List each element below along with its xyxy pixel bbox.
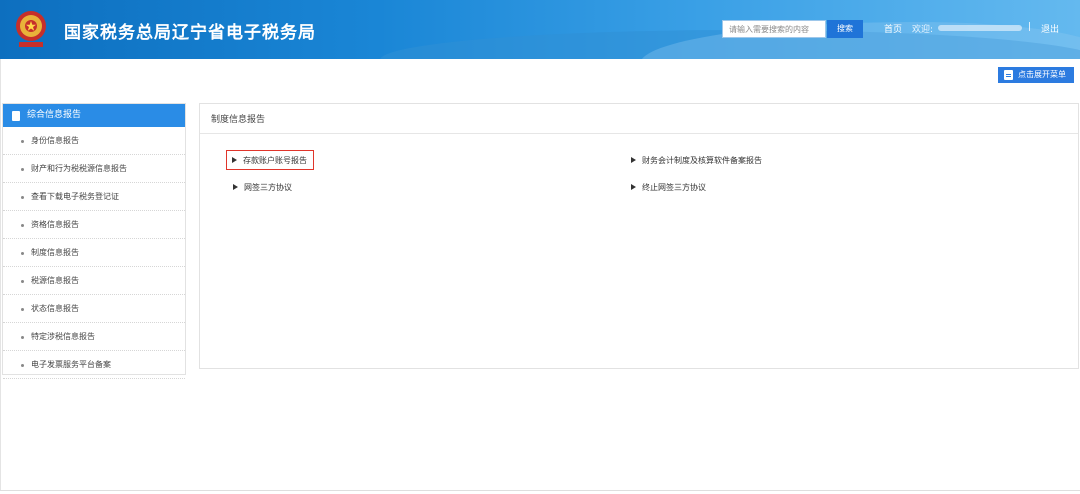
bullet-icon — [21, 168, 24, 171]
sidebar-item-label: 制度信息报告 — [31, 248, 79, 257]
home-link[interactable]: 首页 — [884, 22, 902, 35]
link-label: 财务会计制度及核算软件备案报告 — [642, 156, 762, 165]
sidebar-item-label: 状态信息报告 — [31, 304, 79, 313]
sidebar-item-tax-source[interactable]: 税源信息报告 — [3, 267, 185, 295]
bullet-icon — [21, 196, 24, 199]
triangle-right-icon — [233, 183, 238, 190]
document-icon — [12, 111, 20, 121]
link-label: 终止网签三方协议 — [642, 183, 706, 192]
triangle-right-icon — [631, 156, 636, 163]
sidebar-item-specific-tax[interactable]: 特定涉税信息报告 — [3, 323, 185, 351]
sidebar-item-label: 查看下载电子税务登记证 — [31, 192, 119, 201]
search-input[interactable]: 请输入需要搜索的内容 — [722, 20, 826, 38]
sidebar-item-label: 财产和行为税税源信息报告 — [31, 164, 127, 173]
triangle-right-icon — [631, 183, 636, 190]
page-title: 国家税务总局辽宁省电子税务局 — [64, 23, 316, 43]
menu-icon — [1004, 70, 1013, 80]
link-label: 网签三方协议 — [244, 183, 292, 192]
sidebar-header[interactable]: 综合信息报告 — [3, 104, 185, 127]
sidebar-item-status[interactable]: 状态信息报告 — [3, 295, 185, 323]
bullet-icon — [21, 364, 24, 367]
sidebar-item-label: 税源信息报告 — [31, 276, 79, 285]
link-tripartite-agreement[interactable]: 网签三方协议 — [233, 178, 292, 198]
panel-title: 制度信息报告 — [200, 104, 1078, 134]
link-label: 存款账户账号报告 — [243, 156, 307, 165]
bullet-icon — [21, 308, 24, 311]
sidebar-item-download-cert[interactable]: 查看下载电子税务登记证 — [3, 183, 185, 211]
page-bottom-border — [0, 490, 1080, 491]
page-border — [0, 59, 1, 491]
bullet-icon — [21, 224, 24, 227]
search-button[interactable]: 搜索 — [827, 20, 863, 38]
top-header: 国家税务总局辽宁省电子税务局 请输入需要搜索的内容 搜索 首页 欢迎: | 退出 — [0, 0, 1080, 59]
expand-menu-label: 点击展开菜单 — [1018, 70, 1066, 79]
bullet-icon — [21, 252, 24, 255]
sidebar: 综合信息报告 身份信息报告 财产和行为税税源信息报告 查看下载电子税务登记证 资… — [2, 103, 186, 379]
link-deposit-account-report[interactable]: 存款账户账号报告 — [226, 150, 314, 170]
bullet-icon — [21, 336, 24, 339]
sidebar-item-system-report[interactable]: 制度信息报告 — [3, 239, 185, 267]
sidebar-item-qualification[interactable]: 资格信息报告 — [3, 211, 185, 239]
nav-separator: | — [1028, 22, 1032, 32]
bullet-icon — [21, 140, 24, 143]
sidebar-item-label: 资格信息报告 — [31, 220, 79, 229]
tax-emblem-icon — [16, 11, 46, 47]
sidebar-item-label: 特定涉税信息报告 — [31, 332, 95, 341]
welcome-text: 欢迎: — [912, 25, 934, 35]
sidebar-item-identity[interactable]: 身份信息报告 — [3, 127, 185, 155]
sidebar-header-label: 综合信息报告 — [27, 110, 82, 120]
sidebar-item-label: 身份信息报告 — [31, 136, 79, 145]
sidebar-item-label: 电子发票服务平台备案 — [31, 360, 111, 369]
sidebar-item-property-tax[interactable]: 财产和行为税税源信息报告 — [3, 155, 185, 183]
logout-link[interactable]: 退出 — [1041, 22, 1059, 35]
user-name-redacted — [938, 25, 1022, 31]
link-terminate-tripartite-agreement[interactable]: 终止网签三方协议 — [631, 178, 706, 198]
expand-menu-button[interactable]: 点击展开菜单 — [998, 67, 1074, 83]
main-panel: 制度信息报告 存款账户账号报告 财务会计制度及核算软件备案报告 网签三方协议 终… — [199, 103, 1079, 369]
bullet-icon — [21, 280, 24, 283]
sidebar-item-e-invoice[interactable]: 电子发票服务平台备案 — [3, 351, 185, 379]
link-accounting-system-filing[interactable]: 财务会计制度及核算软件备案报告 — [631, 151, 762, 171]
triangle-right-icon — [232, 156, 237, 163]
